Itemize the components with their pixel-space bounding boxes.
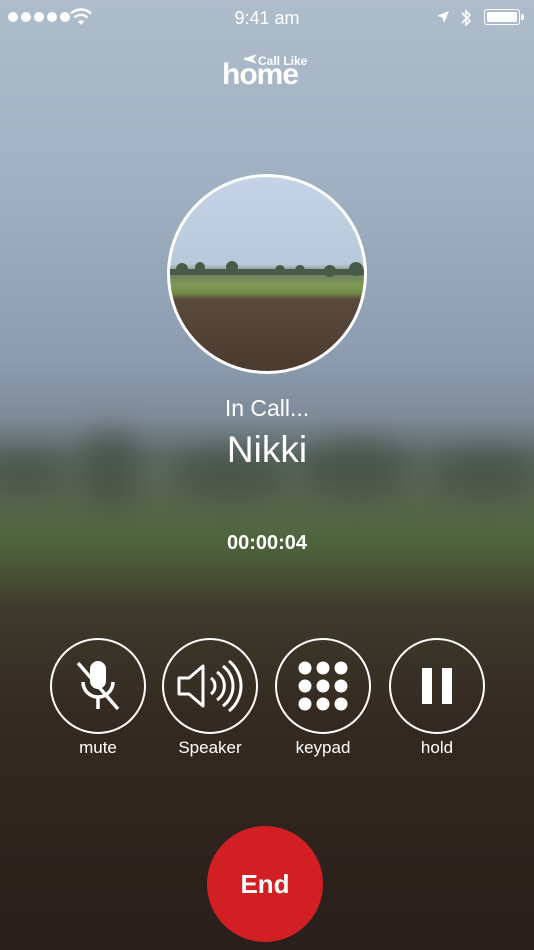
call-duration: 00:00:04 [226, 532, 308, 554]
speaker-circle[interactable] [162, 638, 258, 734]
mute-button[interactable]: mute [48, 638, 148, 758]
app-logo: Call Like home [222, 50, 314, 94]
status-time: 9:41 am [234, 8, 300, 28]
call-status: In Call... [224, 395, 310, 421]
hold-label: hold [420, 738, 454, 757]
end-call-button[interactable]: End [207, 826, 323, 942]
avatar-landscape [170, 261, 364, 277]
battery-icon [484, 9, 524, 25]
speaker-button[interactable]: Speaker [160, 638, 260, 758]
microphone-muted-icon [76, 661, 120, 711]
hold-button[interactable]: hold [387, 638, 487, 758]
hold-circle[interactable] [389, 638, 485, 734]
pause-icon [422, 668, 452, 704]
keypad-icon [298, 661, 348, 711]
bluetooth-icon [461, 9, 472, 27]
status-bar: 9:41 am [0, 0, 534, 36]
contact-name: Nikki [226, 429, 308, 470]
keypad-label: keypad [295, 738, 351, 757]
mute-circle[interactable] [50, 638, 146, 734]
contact-avatar [167, 174, 367, 374]
keypad-button[interactable]: keypad [273, 638, 373, 758]
speaker-icon [177, 659, 243, 713]
logo-big-text: home [222, 58, 299, 91]
speaker-label: Speaker [178, 738, 242, 757]
keypad-circle[interactable] [275, 638, 371, 734]
location-arrow-icon [437, 11, 449, 23]
mute-label: mute [79, 738, 117, 757]
